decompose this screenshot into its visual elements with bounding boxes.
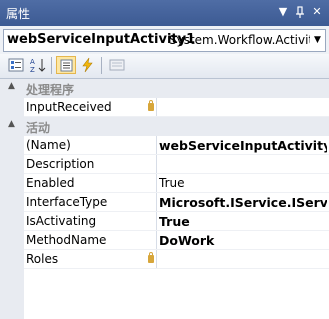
category-label: 处理程序 [26, 83, 75, 97]
row-gutter [0, 174, 24, 193]
row-gutter [0, 155, 24, 174]
row-gutter [0, 269, 24, 319]
selected-object-name: webServiceInputActivity1 [7, 32, 196, 47]
property-row-enabled[interactable]: Enabled True [0, 174, 329, 193]
alphabetical-glyph: A Z [30, 58, 46, 74]
row-gutter [0, 212, 24, 231]
lock-icon [148, 100, 154, 111]
column-divider [156, 136, 157, 155]
column-divider [156, 98, 157, 117]
property-name: Roles [26, 252, 59, 266]
row-gutter [0, 98, 24, 117]
property-pages-icon[interactable] [107, 56, 127, 74]
row-gutter [0, 250, 24, 269]
property-name: IsActivating [26, 214, 97, 228]
property-row-methodname[interactable]: MethodName DoWork [0, 231, 329, 250]
column-divider [156, 212, 157, 231]
property-row-isactivating[interactable]: IsActivating True [0, 212, 329, 231]
property-row-name[interactable]: (Name) webServiceInputActivity1 [0, 136, 329, 155]
toolbar-separator [101, 57, 102, 74]
categorized-icon[interactable] [6, 56, 26, 74]
selected-object-type: System.Workflow.Activitie [169, 33, 324, 47]
column-divider [156, 193, 157, 212]
title-bar: 属性 ▼ ✕ [0, 0, 329, 26]
object-selector-bar: webServiceInputActivity1 System.Workflow… [0, 26, 329, 55]
toolbar-separator [51, 57, 52, 74]
pin-icon[interactable] [292, 4, 308, 20]
categorized-glyph [8, 58, 24, 72]
category-label: 活动 [26, 121, 51, 135]
property-value[interactable]: DoWork [159, 233, 327, 248]
column-divider [156, 155, 157, 174]
property-toolbar: A Z [0, 54, 329, 79]
row-gutter [0, 136, 24, 155]
properties-icon[interactable] [56, 56, 76, 74]
svg-text:A: A [30, 58, 35, 66]
property-row-roles[interactable]: Roles [0, 250, 329, 269]
properties-glyph [60, 59, 73, 72]
category-row-activity[interactable]: ▲ 活动 [0, 117, 329, 136]
category-row-handlers[interactable]: ▲ 处理程序 [0, 79, 329, 98]
row-gutter [0, 193, 24, 212]
lock-icon [148, 252, 154, 263]
property-pages-glyph [109, 59, 125, 71]
property-row-inputreceived[interactable]: InputReceived [0, 98, 329, 117]
column-divider [156, 231, 157, 250]
property-row-interfacetype[interactable]: InterfaceType Microsoft.IService.IServic… [0, 193, 329, 212]
property-value[interactable]: True [159, 214, 327, 229]
close-icon[interactable]: ✕ [309, 4, 325, 20]
property-value[interactable]: Microsoft.IService.IService_ [159, 195, 327, 210]
property-grid: ▲ 处理程序 InputReceived ▲ 活动 (Name) webServ… [0, 79, 329, 319]
column-divider [156, 174, 157, 193]
property-name: Enabled [26, 176, 75, 190]
column-divider [156, 250, 157, 269]
property-name: Description [26, 157, 95, 171]
dropdown-icon[interactable]: ▼ [275, 4, 291, 20]
property-name: InterfaceType [26, 195, 108, 209]
property-name: InputReceived [26, 100, 112, 114]
object-selector-combo[interactable]: webServiceInputActivity1 System.Workflow… [3, 29, 326, 52]
properties-window: 属性 ▼ ✕ webServiceInputActivity1 System.W… [0, 0, 329, 319]
property-name: (Name) [26, 138, 71, 152]
events-icon[interactable] [78, 56, 98, 74]
pin-glyph [296, 6, 304, 18]
alphabetical-icon[interactable]: A Z [28, 56, 48, 74]
property-value[interactable]: webServiceInputActivity1 [159, 138, 327, 153]
chevron-down-icon[interactable]: ▼ [310, 30, 325, 51]
row-gutter [0, 231, 24, 250]
property-row-description[interactable]: Description [0, 155, 329, 174]
svg-text:Z: Z [30, 66, 35, 74]
collapse-icon[interactable]: ▲ [8, 119, 15, 129]
collapse-icon[interactable]: ▲ [8, 81, 15, 91]
grid-empty-area [0, 269, 329, 319]
property-value[interactable]: True [159, 176, 327, 190]
window-title: 属性 [6, 7, 31, 21]
events-glyph [82, 57, 93, 73]
property-name: MethodName [26, 233, 107, 247]
